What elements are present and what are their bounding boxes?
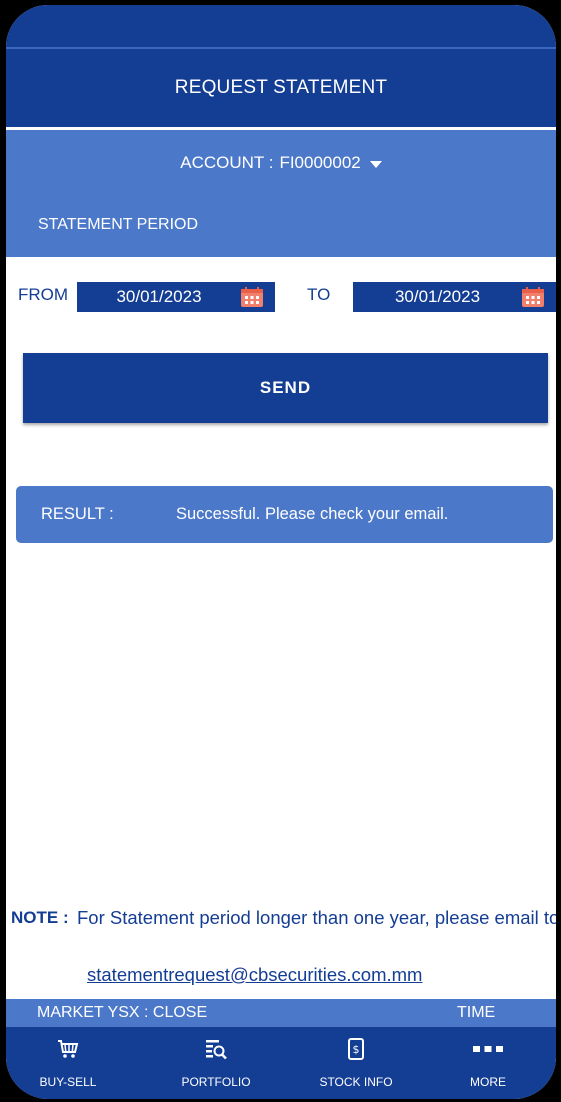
nav-portfolio-label: PORTFOLIO — [181, 1075, 251, 1089]
note-text: For Statement period longer than one yea… — [77, 907, 556, 928]
result-panel: RESULT : Successful. Please check your e… — [16, 486, 553, 543]
nav-portfolio[interactable]: PORTFOLIO — [166, 1027, 266, 1099]
page-title: REQUEST STATEMENT — [6, 49, 556, 127]
market-status-bar: MARKET YSX : CLOSE TIME — [6, 999, 556, 1027]
account-value: FI0000002 — [279, 153, 361, 172]
nav-buy-sell-label: BUY-SELL — [39, 1075, 97, 1089]
more-dots-icon — [473, 1037, 503, 1061]
from-date-value: 30/01/2023 — [116, 287, 202, 306]
chevron-down-icon — [369, 160, 382, 168]
from-label: FROM — [18, 285, 69, 304]
cart-icon — [57, 1037, 79, 1061]
app-screen: REQUEST STATEMENT ACCOUNT : FI0000002 ST… — [6, 5, 556, 1099]
nav-buy-sell[interactable]: BUY-SELL — [28, 1027, 108, 1099]
account-label: ACCOUNT : — [180, 153, 274, 172]
market-time-label: TIME — [457, 1004, 496, 1021]
result-label: RESULT : — [41, 505, 114, 523]
nav-stock-info-label: STOCK INFO — [319, 1075, 393, 1089]
account-selector[interactable]: ACCOUNT : FI0000002 — [6, 148, 556, 178]
portfolio-search-icon — [205, 1037, 227, 1061]
nav-more[interactable]: MORE — [453, 1027, 523, 1099]
to-date-value: 30/01/2023 — [394, 287, 481, 306]
calendar-icon[interactable] — [522, 287, 544, 307]
statement-email-link[interactable]: statementrequest@cbsecurities.com.mm — [87, 964, 422, 986]
send-button[interactable]: SEND — [23, 353, 548, 423]
market-status: MARKET YSX : CLOSE — [37, 1004, 208, 1021]
result-message: Successful. Please check your email. — [176, 505, 449, 523]
to-date-field[interactable]: 30/01/2023 — [353, 282, 556, 312]
status-bar — [6, 5, 556, 47]
svg-text:$: $ — [353, 1043, 360, 1056]
device-frame: REQUEST STATEMENT ACCOUNT : FI0000002 ST… — [0, 0, 561, 1102]
bottom-navigation: BUY-SELL PORTFOLIO $ STOCK INFO MORE — [6, 1027, 556, 1099]
from-date-field[interactable]: 30/01/2023 — [77, 282, 275, 312]
calendar-icon[interactable] — [241, 287, 263, 307]
nav-more-label: MORE — [470, 1075, 506, 1089]
note-label: NOTE : — [11, 908, 69, 927]
statement-period-label: STATEMENT PERIOD — [38, 216, 199, 233]
account-panel: ACCOUNT : FI0000002 STATEMENT PERIOD — [6, 130, 556, 257]
to-label: TO — [307, 285, 331, 304]
phone-dollar-icon: $ — [348, 1037, 364, 1061]
nav-stock-info[interactable]: $ STOCK INFO — [306, 1027, 406, 1099]
